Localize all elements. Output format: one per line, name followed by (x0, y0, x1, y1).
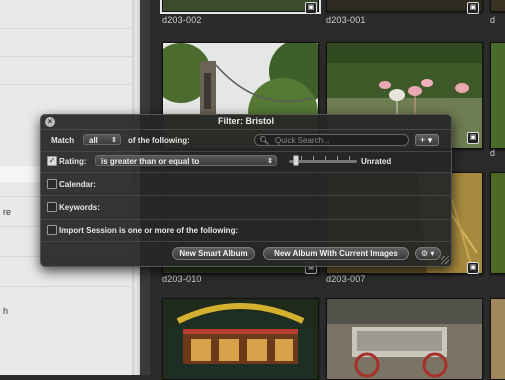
add-rule-button[interactable]: + ▾ (415, 134, 439, 146)
thumbnail[interactable] (490, 0, 505, 12)
import-session-checkbox[interactable] (47, 225, 57, 235)
sidebar-divider (0, 84, 132, 85)
thumbnail[interactable] (162, 298, 319, 380)
match-value: all (89, 136, 98, 145)
new-album-current-images-button[interactable]: New Album With Current Images (263, 247, 409, 260)
row-divider (41, 172, 451, 173)
row-divider (41, 241, 451, 242)
resize-handle-icon[interactable] (441, 256, 449, 264)
rating-value-label: Unrated (361, 157, 392, 166)
keywords-label: Keywords: (59, 203, 100, 212)
thumbnail[interactable] (490, 298, 505, 380)
filter-hud: × Filter: Bristol Match all ⇕ of the fol… (40, 114, 452, 267)
match-suffix: of the following: (128, 136, 190, 145)
slider-tick (313, 156, 314, 160)
thumbnail-label: d203-002 (162, 15, 202, 25)
row-divider (41, 219, 451, 220)
thumbnail-label: d (490, 148, 496, 158)
cart-photo (327, 299, 482, 379)
badge-icon: ▣ (467, 2, 479, 14)
thumbnail-label: d203-007 (326, 274, 366, 284)
rating-operator-value: is greater than or equal to (101, 157, 200, 166)
badge-icon: ▣ (467, 262, 479, 274)
slider-tick (325, 156, 326, 160)
search-icon: 🔍︎ (259, 136, 270, 145)
sidebar-item-label[interactable]: h (3, 306, 8, 316)
thumbnail[interactable] (326, 298, 483, 380)
sidebar-divider (0, 286, 132, 287)
sidebar-divider (0, 56, 132, 57)
import-session-label: Import Session is one or more of the fol… (59, 226, 239, 235)
slider-tick (349, 156, 350, 160)
sidebar-divider (0, 28, 132, 29)
hud-titlebar[interactable]: × Filter: Bristol (41, 115, 451, 130)
row-divider (41, 195, 451, 196)
rating-checkbox[interactable]: ✓ (47, 156, 57, 166)
rating-operator-popup[interactable]: is greater than or equal to ⇕ (95, 155, 277, 166)
slider-tick (301, 156, 302, 160)
thumbnail[interactable] (490, 42, 505, 149)
rating-slider-track[interactable] (289, 156, 357, 163)
thumbnail[interactable] (160, 0, 321, 14)
chevron-updown-icon: ⇕ (111, 137, 117, 144)
hud-title: Filter: Bristol (217, 116, 274, 126)
match-label: Match (51, 136, 75, 145)
sidebar-item-label[interactable]: re (3, 207, 11, 217)
thumbnail-label: d203-001 (326, 15, 366, 25)
slider-tick (337, 156, 338, 160)
thumbnail-label: d (490, 15, 496, 25)
carriage-photo (163, 299, 318, 379)
badge-icon: ▣ (305, 2, 317, 14)
row-divider (41, 151, 451, 152)
quick-search-field[interactable]: 🔍︎ (254, 134, 409, 146)
new-smart-album-button[interactable]: New Smart Album (172, 247, 255, 260)
thumbnail[interactable] (490, 172, 505, 274)
calendar-checkbox[interactable] (47, 179, 57, 189)
badge-icon: ▣ (467, 132, 479, 144)
match-popup[interactable]: all ⇕ (83, 134, 121, 145)
thumbnail[interactable] (326, 0, 483, 12)
calendar-label: Calendar: (59, 180, 96, 189)
quick-search-input[interactable] (275, 135, 405, 145)
rating-slider-thumb[interactable] (293, 155, 299, 166)
thumbnail-label: d203-010 (162, 274, 202, 284)
chevron-updown-icon: ⇕ (267, 158, 273, 165)
rating-label: Rating: (59, 157, 87, 166)
gear-menu-button[interactable]: ⚙ ▾ (415, 247, 441, 260)
keywords-checkbox[interactable] (47, 202, 57, 212)
